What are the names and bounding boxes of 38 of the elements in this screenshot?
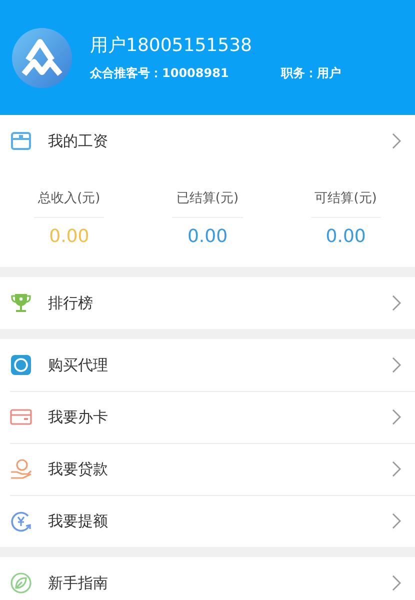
chevron-icon bbox=[392, 513, 401, 529]
chevron-icon bbox=[392, 133, 401, 149]
trophy-icon bbox=[10, 292, 32, 314]
menu-item[interactable]: 排行榜 bbox=[0, 277, 415, 329]
chevron-icon bbox=[392, 409, 401, 425]
leaf-icon bbox=[10, 572, 32, 594]
card-icon bbox=[10, 406, 32, 428]
menu-label: 我要提额 bbox=[48, 512, 109, 530]
coin-hand-icon bbox=[10, 458, 32, 480]
logo-avatar-icon bbox=[12, 28, 72, 88]
menu-item[interactable]: 我要办卡 bbox=[0, 391, 415, 443]
chevron-icon bbox=[392, 461, 401, 477]
stat-label: 可结算(元) bbox=[310, 189, 381, 218]
badge-icon bbox=[10, 354, 32, 376]
menu-item[interactable]: 新手指南 bbox=[0, 557, 415, 600]
menu-item[interactable]: 我的工资 bbox=[0, 115, 415, 167]
menu-label: 我要办卡 bbox=[48, 408, 109, 426]
user-name: 用户18005151538 bbox=[90, 34, 253, 57]
chevron-icon bbox=[392, 357, 401, 373]
stat-label: 总收入(元) bbox=[34, 189, 104, 218]
referral-number: 众合推客号：10008981 bbox=[90, 65, 229, 82]
menu-item[interactable]: 我要提额 bbox=[0, 495, 415, 547]
stat-value: 0.00 bbox=[49, 226, 90, 247]
menu-label: 我的工资 bbox=[48, 132, 109, 150]
wallet-icon bbox=[10, 130, 32, 152]
chevron-icon bbox=[392, 295, 401, 311]
menu-label: 新手指南 bbox=[48, 574, 109, 592]
coin-arrow-icon bbox=[10, 510, 32, 532]
menu-label: 我要贷款 bbox=[48, 460, 109, 478]
user-role: 职务：用户 bbox=[280, 65, 341, 82]
chevron-icon bbox=[392, 575, 401, 591]
stat-label: 已结算(元) bbox=[172, 189, 243, 218]
menu-label: 排行榜 bbox=[48, 294, 94, 312]
menu-item[interactable]: 购买代理 bbox=[0, 339, 415, 391]
menu-label: 购买代理 bbox=[48, 356, 109, 374]
stat-value: 0.00 bbox=[326, 226, 366, 247]
menu-item[interactable]: 我要贷款 bbox=[0, 443, 415, 495]
stat-value: 0.00 bbox=[187, 226, 228, 247]
